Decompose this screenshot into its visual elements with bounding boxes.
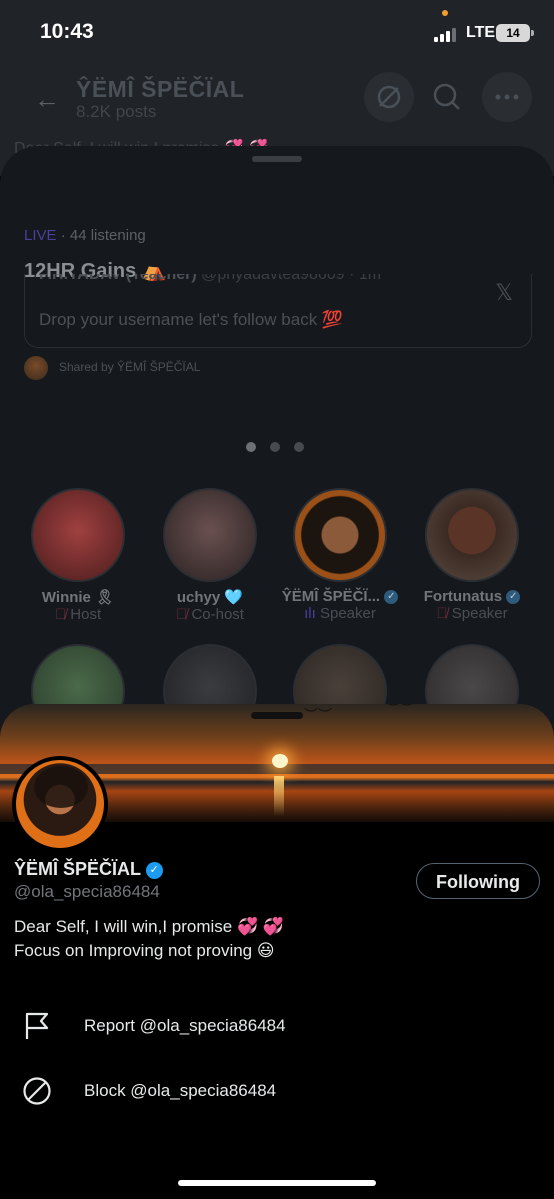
home-indicator[interactable] bbox=[178, 1180, 376, 1186]
listener-count: · 44 listening bbox=[60, 227, 146, 244]
speaking-wave-icon: ılı bbox=[304, 605, 316, 622]
participant-host[interactable]: Winnie 🎗 🎙̸ Host bbox=[18, 488, 138, 623]
participant-role: Host bbox=[70, 606, 102, 623]
shared-post-card[interactable]: P.H.YADAV (Teacher) @phyadavtea98609 · 1… bbox=[24, 274, 532, 348]
battery-icon: 14 bbox=[496, 24, 534, 42]
participant-name: uchyy 🩵 bbox=[176, 589, 244, 606]
live-status: LIVE · 44 listening bbox=[24, 227, 146, 244]
block-menu-item[interactable]: Block @ola_specia86484 bbox=[0, 1062, 554, 1122]
bird-shape: ︶︶ bbox=[386, 704, 414, 717]
profile-header-posts: 8.2K posts bbox=[76, 102, 157, 121]
shared-post-text: Drop your username let's follow back 💯 bbox=[39, 310, 344, 329]
participant-role: Speaker bbox=[451, 605, 508, 622]
search-icon[interactable] bbox=[422, 72, 472, 122]
mic-off-icon: 🎙̸ bbox=[54, 606, 67, 623]
mic-off-icon: 🎙̸ bbox=[176, 606, 188, 623]
participant-name: Winnie 🎗 bbox=[41, 589, 115, 606]
network-label: LTE bbox=[466, 24, 496, 41]
more-icon[interactable] bbox=[482, 72, 532, 122]
profile-avatar[interactable] bbox=[12, 756, 108, 852]
avatar bbox=[425, 488, 519, 582]
avatar bbox=[163, 488, 257, 582]
shared-by-avatar bbox=[24, 356, 48, 380]
avatar bbox=[31, 488, 125, 582]
block-label: Block @ola_specia86484 bbox=[84, 1081, 277, 1100]
signal-icon bbox=[434, 26, 462, 42]
status-bar: 10:43 LTE 14 bbox=[0, 0, 554, 66]
shared-by-label: Shared by ŶËMÎ ŠPËČÏAL bbox=[59, 360, 201, 374]
status-time: 10:43 bbox=[40, 20, 94, 43]
participant-name: Fortunatus bbox=[423, 588, 503, 605]
following-button[interactable]: Following bbox=[416, 863, 540, 899]
report-menu-item[interactable]: Report @ola_specia86484 bbox=[0, 997, 554, 1057]
block-icon bbox=[23, 1077, 51, 1105]
shared-post-author: P.H.YADAV (Teacher) @phyadavtea98609 · 1… bbox=[39, 274, 382, 283]
display-name: ŶËMÎ ŠPËČÏAL ✓ bbox=[14, 859, 163, 880]
avatar bbox=[293, 488, 387, 582]
sheet-handle[interactable] bbox=[252, 156, 302, 162]
user-handle: @ola_specia86484 bbox=[14, 882, 160, 901]
participant-role: Co-host bbox=[191, 606, 244, 623]
participant-speaker-yemi[interactable]: ŶËMÎ ŠPËČÏ... ✓ ılı Speaker bbox=[280, 488, 400, 622]
verified-badge-icon: ✓ bbox=[506, 590, 521, 605]
grok-icon[interactable] bbox=[364, 72, 414, 122]
privacy-indicator-dot bbox=[442, 10, 448, 16]
spaces-sheet: LIVE · 44 listening 12HR Gains ⛺ P.H.YAD… bbox=[0, 146, 554, 766]
mic-off-icon: 🎙̸ bbox=[436, 605, 448, 622]
report-label: Report @ola_specia86484 bbox=[84, 1016, 286, 1035]
x-logo-icon: 𝕏 bbox=[495, 280, 513, 305]
profile-header-name: ŶËMÎ ŠPËČÏAL bbox=[76, 76, 245, 102]
sheet-handle[interactable] bbox=[251, 712, 303, 719]
flag-icon bbox=[25, 1012, 49, 1039]
participant-speaker-fortunatus[interactable]: Fortunatus ✓ 🎙̸ Speaker bbox=[412, 488, 532, 622]
bird-shape: ︶︶ bbox=[304, 707, 332, 723]
verified-badge-icon: ✓ bbox=[145, 861, 163, 879]
live-label: LIVE bbox=[24, 227, 57, 244]
participant-role: Speaker bbox=[319, 605, 376, 622]
participant-name: ŶËMÎ ŠPËČÏ... bbox=[281, 588, 381, 605]
participant-cohost[interactable]: uchyy 🩵 🎙̸ Co-host bbox=[150, 488, 270, 623]
verified-badge-icon: ✓ bbox=[384, 590, 399, 605]
back-arrow-icon[interactable]: ← bbox=[34, 86, 60, 112]
profile-bio: Dear Self, I will win,I promise 💞 💞 Focu… bbox=[14, 917, 285, 960]
